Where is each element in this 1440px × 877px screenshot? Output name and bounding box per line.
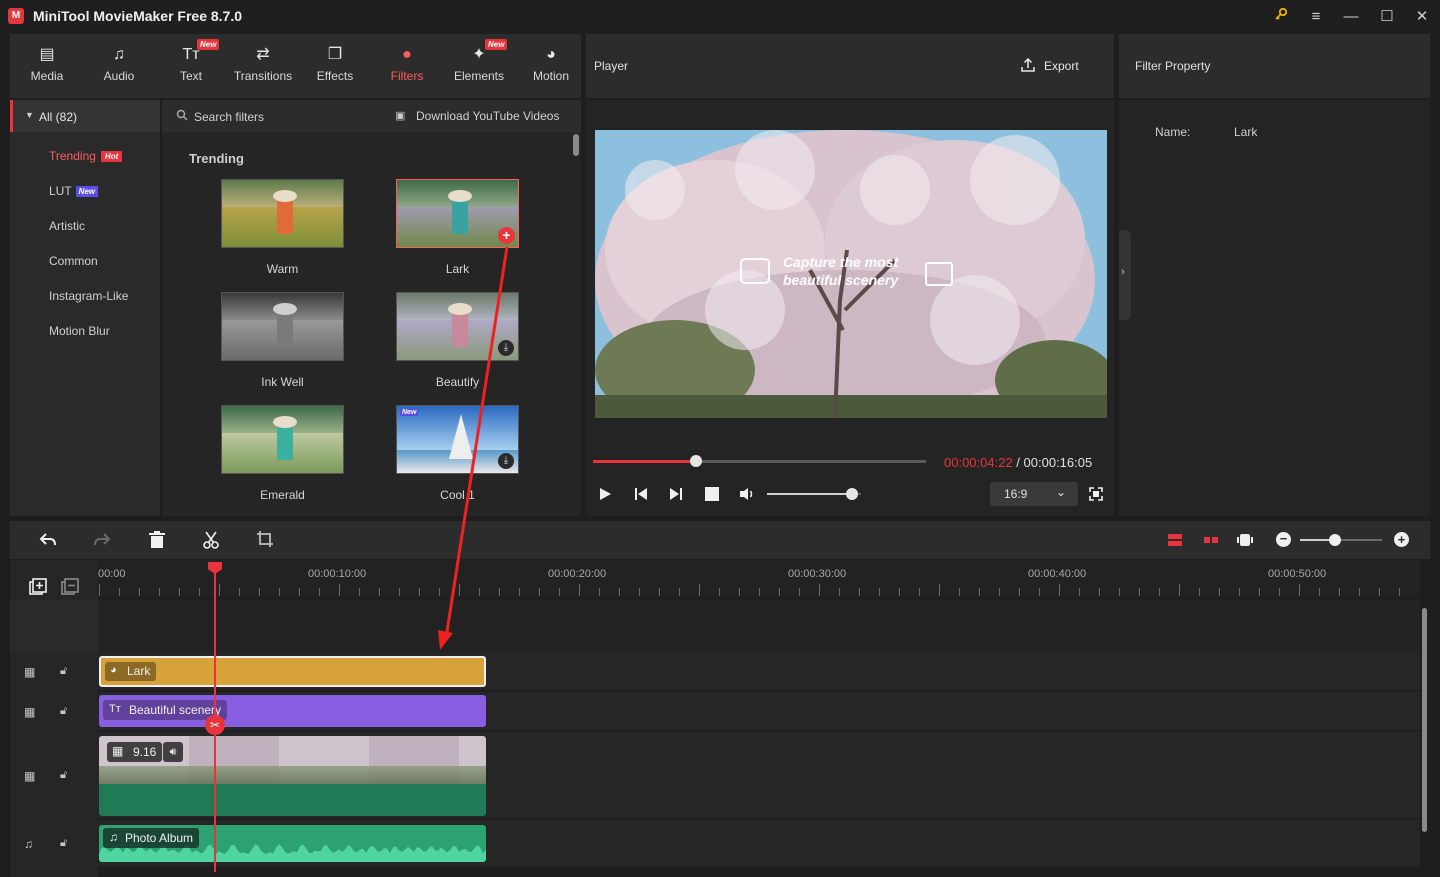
annotation-arrow xyxy=(438,246,509,650)
